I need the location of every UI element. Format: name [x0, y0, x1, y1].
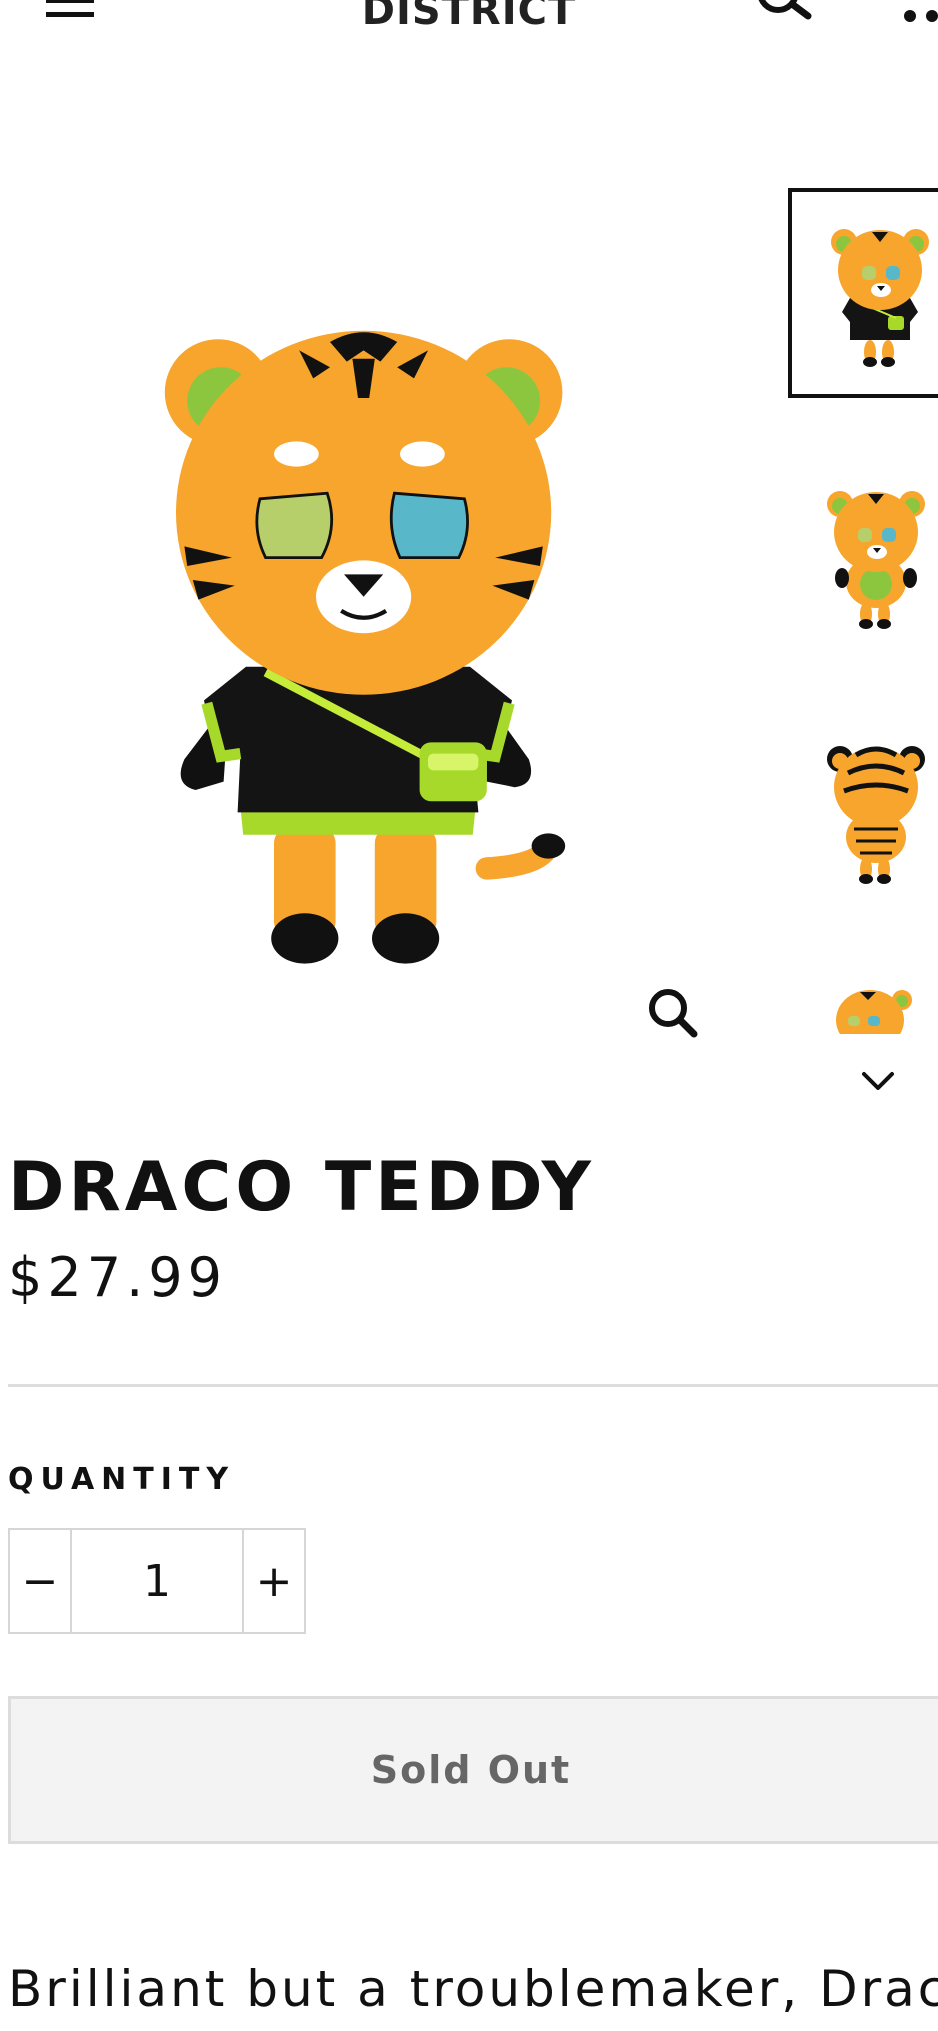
decrement-button[interactable]: − — [10, 1530, 70, 1632]
thumbnail-1[interactable] — [788, 188, 938, 398]
increment-button[interactable]: + — [244, 1530, 304, 1632]
thumbnail-3[interactable] — [788, 705, 938, 915]
thumbnail-image — [836, 990, 912, 1034]
thumbnail-image — [827, 491, 925, 629]
thumbnail-2[interactable] — [788, 450, 938, 660]
more-dots-icon[interactable] — [904, 10, 938, 24]
zoom-icon[interactable] — [646, 986, 700, 1040]
quantity-input[interactable] — [70, 1530, 244, 1632]
chevron-down-icon[interactable] — [858, 1068, 898, 1094]
thumbnail-image — [827, 746, 925, 884]
sold-out-button[interactable]: Sold Out — [8, 1696, 938, 1844]
product-title: DRACO TEDDY — [8, 1148, 595, 1227]
quantity-label: QUANTITY — [8, 1462, 236, 1497]
product-description: Brilliant but a troublemaker, Draco — [8, 1960, 938, 2018]
thumbnail-image — [831, 229, 929, 367]
quantity-stepper: − + — [8, 1528, 306, 1634]
thumbnail-4[interactable] — [788, 968, 938, 1034]
product-main-image[interactable] — [120, 280, 680, 1020]
product-price: $27.99 — [8, 1246, 227, 1309]
search-icon[interactable] — [752, 0, 812, 28]
site-header: DISTRICT — [0, 0, 938, 60]
divider — [8, 1384, 938, 1387]
